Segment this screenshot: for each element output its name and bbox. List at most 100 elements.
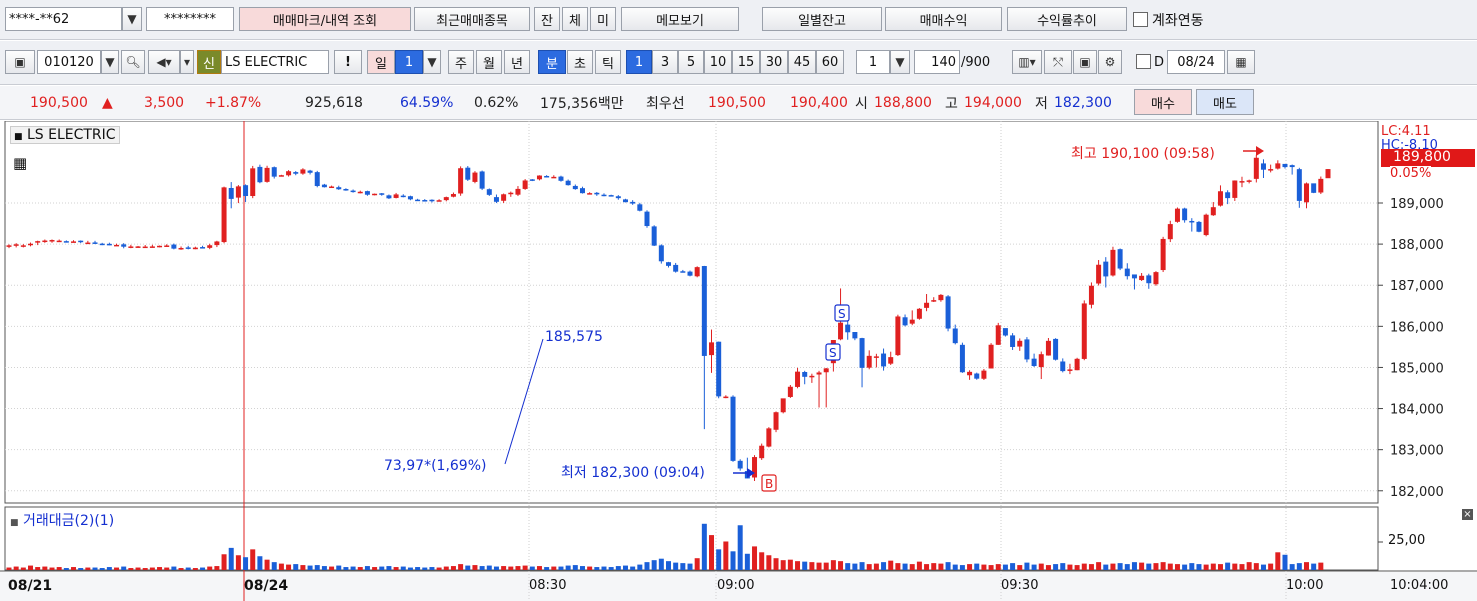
- period-day-button[interactable]: 일: [367, 50, 395, 74]
- trade-mark-query-button[interactable]: 매매마크/내역 조회: [239, 7, 411, 31]
- stock-code-field[interactable]: 010120: [37, 50, 101, 74]
- info-button[interactable]: !: [334, 50, 362, 74]
- trend-line: [504, 338, 544, 465]
- volume-bar: [522, 565, 528, 570]
- return-trend-button[interactable]: 수익률추이: [1007, 7, 1127, 31]
- interval-dropdown[interactable]: ▼: [890, 50, 910, 74]
- candle-body: [400, 195, 406, 198]
- period-week-button[interactable]: 주: [448, 50, 474, 74]
- price-change: 3,500: [144, 95, 185, 111]
- candle-body: [350, 190, 356, 193]
- volume-bar: [938, 563, 944, 570]
- volume-bar: [637, 564, 643, 570]
- recent-items-button[interactable]: 최근매매종목: [414, 7, 530, 31]
- interval-button-1[interactable]: 1: [626, 50, 652, 74]
- low-label: 저: [1035, 96, 1048, 112]
- volume-bar: [1311, 563, 1317, 570]
- sell-button[interactable]: 매도: [1196, 89, 1254, 115]
- volume-bar: [1232, 563, 1238, 570]
- volume-panel-title: ■ 거래대금(2)(1): [10, 510, 114, 530]
- volume-bar: [723, 541, 729, 570]
- tab-balance[interactable]: 잔: [534, 7, 560, 31]
- interval-value-field[interactable]: 1: [856, 50, 890, 74]
- time-label-0821: 08/21: [8, 578, 53, 594]
- interval-button-30[interactable]: 30: [760, 50, 788, 74]
- volume-bar: [207, 566, 213, 570]
- account-number-field[interactable]: ****-**62: [5, 7, 122, 31]
- buy-button[interactable]: 매수: [1134, 89, 1192, 115]
- chevron-down-icon: ▼: [105, 55, 115, 69]
- save-icon[interactable]: ▣: [1073, 50, 1097, 74]
- interval-button-3[interactable]: 3: [652, 50, 678, 74]
- stock-code-dropdown[interactable]: ▼: [101, 50, 119, 74]
- candle-body: [931, 300, 937, 302]
- volume-bar: [687, 563, 693, 570]
- volume-bar: [450, 566, 456, 570]
- account-link-checkbox[interactable]: [1133, 12, 1148, 27]
- trend-line-icon[interactable]: ⤲: [1044, 50, 1072, 74]
- candle-body: [795, 371, 801, 387]
- volume-bar: [42, 566, 48, 570]
- candle-icon[interactable]: ▥▾: [1012, 50, 1042, 74]
- date-checkbox[interactable]: [1136, 54, 1151, 69]
- price-tick-label: 186,000: [1390, 320, 1444, 335]
- date-field[interactable]: 08/24: [1167, 50, 1225, 74]
- speaker-icon[interactable]: ◀▾: [148, 50, 180, 74]
- volume-ratio: 64.59%: [400, 95, 454, 111]
- period-year-button[interactable]: 년: [504, 50, 530, 74]
- candle-body: [551, 176, 557, 179]
- period-minute-button[interactable]: 분: [538, 50, 566, 74]
- period-dropdown[interactable]: ▼: [423, 50, 441, 74]
- grid-toggle-icon[interactable]: ▦: [13, 154, 27, 172]
- gear-icon[interactable]: ⚙: [1098, 50, 1122, 74]
- period-value-field[interactable]: 1: [395, 50, 423, 74]
- candle-body: [723, 396, 729, 399]
- candle-body: [1117, 249, 1123, 269]
- interval-button-60[interactable]: 60: [816, 50, 844, 74]
- candle-body: [916, 308, 922, 319]
- volume-bar: [379, 566, 385, 570]
- volume: 925,618: [305, 95, 363, 111]
- calendar-icon[interactable]: ▦: [1227, 50, 1255, 74]
- speaker-dropdown[interactable]: ▾: [180, 50, 194, 74]
- candle-body: [594, 192, 600, 195]
- volume-bar: [271, 562, 277, 570]
- memo-button[interactable]: 메모보기: [621, 7, 739, 31]
- layout-icon[interactable]: ▣: [5, 50, 35, 74]
- password-field[interactable]: ********: [146, 7, 234, 31]
- volume-bar: [178, 568, 184, 570]
- volume-bar: [823, 562, 829, 570]
- tab-executed[interactable]: 체: [562, 7, 588, 31]
- volume-bar: [981, 564, 987, 570]
- volume-bar: [465, 565, 471, 570]
- daily-balance-button[interactable]: 일별잔고: [762, 7, 882, 31]
- stock-name-field[interactable]: LS ELECTRIC: [221, 50, 329, 74]
- chart-area[interactable]: 182,000 183,000 184,000 185,000 186,000 187,0…: [0, 121, 1477, 601]
- search-icon[interactable]: 🔍︎: [121, 50, 145, 74]
- count-field[interactable]: 140: [914, 50, 960, 74]
- period-second-button[interactable]: 초: [567, 50, 593, 74]
- price-chart[interactable]: 182,000 183,000 184,000 185,000 186,000 187,0…: [0, 121, 1477, 601]
- volume-bar: [1289, 564, 1295, 570]
- interval-button-10[interactable]: 10: [704, 50, 732, 74]
- trading-profit-button[interactable]: 매매수익: [885, 7, 1002, 31]
- period-month-button[interactable]: 월: [476, 50, 502, 74]
- interval-button-5[interactable]: 5: [678, 50, 704, 74]
- interval-button-45[interactable]: 45: [788, 50, 816, 74]
- tab-unfilled[interactable]: 미: [590, 7, 616, 31]
- candle-body: [587, 193, 593, 195]
- period-tick-button[interactable]: 틱: [595, 50, 621, 74]
- account-dropdown-button[interactable]: ▼: [122, 7, 142, 31]
- volume-bar: [1318, 562, 1324, 570]
- volume-bar: [1024, 562, 1030, 570]
- time-label-0900: 09:00: [717, 578, 755, 593]
- volume-bar: [888, 560, 894, 570]
- volume-bar: [1060, 563, 1066, 570]
- candle-body: [737, 460, 743, 469]
- panel-close-icon[interactable]: ×: [1462, 509, 1473, 520]
- candle-body: [1275, 163, 1281, 169]
- candle-body: [644, 211, 650, 227]
- candle-body: [988, 344, 994, 369]
- volume-bar: [1117, 563, 1123, 570]
- interval-button-15[interactable]: 15: [732, 50, 760, 74]
